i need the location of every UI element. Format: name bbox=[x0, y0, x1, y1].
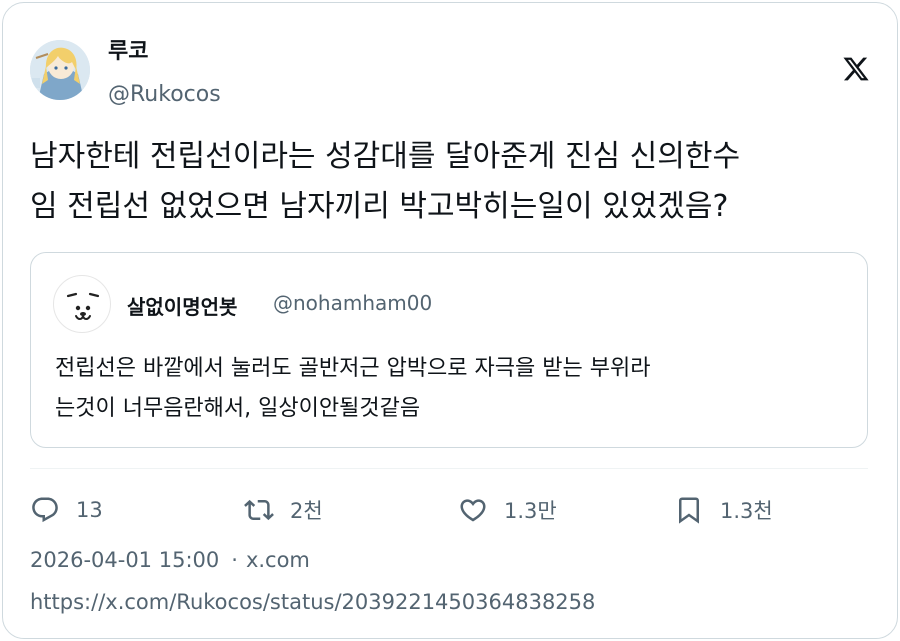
action-bar: 13 2천 1.3만 1.3천 bbox=[30, 490, 870, 530]
bookmark-icon bbox=[679, 497, 699, 524]
quoted-tweet[interactable]: 살없이명언봇 @nohamham00 전립선은 바깥에서 눌러도 골반저근 압박… bbox=[30, 252, 868, 448]
repost-count: 2천 bbox=[290, 499, 323, 523]
x-logo-icon[interactable] bbox=[842, 54, 870, 84]
bookmark-button[interactable]: 1.3천 bbox=[674, 490, 773, 530]
reply-button[interactable]: 13 bbox=[30, 490, 103, 530]
quoted-text-line: 는것이 너무음란해서, 일상이안될것같음 bbox=[55, 396, 421, 421]
repost-icon bbox=[244, 499, 274, 521]
bookmark-count: 1.3천 bbox=[720, 499, 773, 523]
author-handle[interactable]: @Rukocos bbox=[108, 80, 221, 110]
quoted-author-display-name[interactable]: 살없이명언봇 bbox=[127, 291, 237, 320]
source-label[interactable]: x.com bbox=[246, 548, 310, 572]
like-button[interactable]: 1.3만 bbox=[458, 490, 557, 530]
tweet-meta: 2026-04-01 15:00 · x.com bbox=[30, 546, 310, 574]
tweet-text-line: 임 전립선 없었으면 남자끼리 박고박히는일이 있었겠음? bbox=[30, 189, 729, 224]
anime-avatar-illustration bbox=[30, 40, 90, 100]
quoted-text-line: 전립선은 바깥에서 눌러도 골반저근 압박으로 자극을 받는 부위라 bbox=[55, 356, 651, 381]
seal-face-icon bbox=[66, 292, 100, 320]
like-count: 1.3만 bbox=[504, 499, 557, 523]
author-display-name[interactable]: 루코 bbox=[108, 38, 221, 66]
heart-icon bbox=[460, 499, 486, 522]
tweet-header: 루코 @Rukocos bbox=[30, 38, 221, 110]
timestamp[interactable]: 2026-04-01 15:00 bbox=[30, 548, 219, 572]
quoted-author-avatar[interactable] bbox=[53, 275, 111, 333]
tweet-url[interactable]: https://x.com/Rukocos/status/20392214503… bbox=[30, 588, 595, 616]
repost-button[interactable]: 2천 bbox=[244, 490, 323, 530]
reply-count: 13 bbox=[76, 498, 103, 522]
quoted-author-handle[interactable]: @nohamham00 bbox=[273, 291, 432, 315]
tweet-body: 남자한테 전립선이라는 성감대를 달아준게 진심 신의한수 임 전립선 없었으면… bbox=[30, 132, 870, 232]
reply-icon bbox=[32, 497, 58, 523]
author-avatar[interactable] bbox=[30, 40, 90, 100]
meta-separator: · bbox=[231, 548, 238, 572]
divider bbox=[30, 468, 868, 469]
quoted-tweet-body: 전립선은 바깥에서 눌러도 골반저근 압박으로 자극을 받는 부위라 는것이 너… bbox=[55, 349, 855, 429]
tweet-text-line: 남자한테 전립선이라는 성감대를 달아준게 진심 신의한수 bbox=[30, 139, 741, 174]
